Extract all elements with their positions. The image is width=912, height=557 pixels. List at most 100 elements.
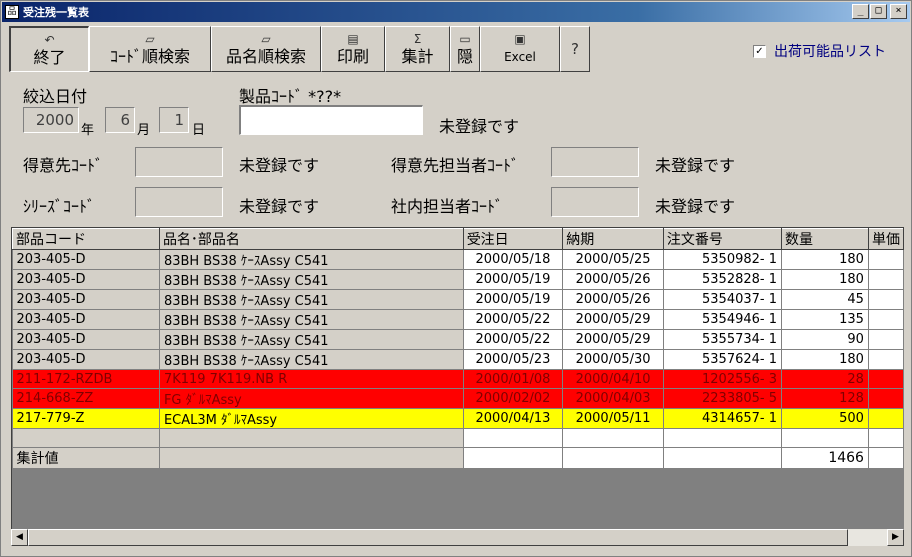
table-row[interactable]: 203-405-D 83BH BS38 ｹｰｽAssy C541 2000/05/2… [12,329,904,350]
hide-button[interactable]: ▭ 隠 [450,26,480,72]
cell-unit-price[interactable] [868,388,904,409]
code-search-button[interactable]: ▱ ｺｰﾄﾞ順検索 [89,26,211,72]
month-field[interactable]: 6 [105,107,135,133]
cell-order-date[interactable]: 2000/05/23 [463,349,564,370]
cell-quantity[interactable]: 128 [781,388,869,409]
name-search-button[interactable]: ▱ 品名順検索 [211,26,321,72]
customer-rep-field[interactable] [551,147,639,177]
cell-part-code[interactable]: 203-405-D [12,309,160,330]
cell-order-number[interactable]: 5350982- 1 [663,249,783,270]
cell-part-code[interactable]: 203-405-D [12,329,160,350]
cell-order-number[interactable]: 5354037- 1 [663,289,783,310]
cell-order-number[interactable]: 4314657- 1 [663,408,783,429]
table-row[interactable]: 211-172-RZDB 7K119 7K119.NB R 2000/01/08 20… [12,369,904,389]
cell-item-name[interactable]: 83BH BS38 ｹｰｽAssy C541 [159,289,464,310]
cell-quantity[interactable]: 135 [781,309,869,330]
cell-due-date[interactable]: 2000/04/03 [562,388,664,409]
header-quantity[interactable]: 数量 [781,228,869,250]
cell-order-date[interactable]: 2000/05/19 [463,289,564,310]
shippable-only-checkbox[interactable]: ✓ [753,44,766,58]
cell-part-code[interactable]: 217-779-Z [12,408,160,429]
cell-unit-price[interactable] [868,249,904,270]
table-row[interactable]: 203-405-D 83BH BS38 ｹｰｽAssy C541 2000/05/1… [12,269,904,290]
cell-order-date[interactable]: 2000/04/13 [463,408,564,429]
cell-unit-price[interactable] [868,369,904,389]
table-row[interactable]: 203-405-D 83BH BS38 ｹｰｽAssy C541 2000/05/1… [12,249,904,270]
table-row[interactable]: 214-668-ZZ FG ﾀﾞﾙﾏAssy 2000/02/02 2000/04/0… [12,388,904,409]
cell-part-code[interactable]: 211-172-RZDB [12,369,160,389]
cell-due-date[interactable]: 2000/05/25 [562,249,664,270]
cell-part-code[interactable]: 203-405-D [12,349,160,370]
table-row[interactable]: 203-405-D 83BH BS38 ｹｰｽAssy C541 2000/05/2… [12,309,904,330]
minimize-button[interactable]: _ [852,4,869,19]
scroll-right-icon[interactable]: ▶ [887,529,904,546]
cell-due-date[interactable]: 2000/04/10 [562,369,664,389]
help-button[interactable]: ? [560,26,590,72]
header-order-date[interactable]: 受注日 [462,228,564,250]
cell-order-number[interactable]: 2233805- 5 [663,388,783,409]
title-bar[interactable]: 品 受注残一覧表 _ □ × [2,2,910,22]
cell-unit-price[interactable] [868,349,904,370]
close-button[interactable]: × [890,4,907,19]
horizontal-scrollbar[interactable]: ◀ ▶ [11,529,904,546]
cell-part-code[interactable]: 203-405-D [12,249,160,270]
cell-order-date[interactable]: 2000/05/19 [463,269,564,290]
cell-unit-price[interactable] [868,428,904,448]
table-row[interactable]: 203-405-D 83BH BS38 ｹｰｽAssy C541 2000/05/1… [12,289,904,310]
sum-button[interactable]: Σ 集計 [385,26,450,72]
cell-order-number[interactable]: 5354946- 1 [663,309,783,330]
cell-item-name[interactable]: 83BH BS38 ｹｰｽAssy C541 [159,309,464,330]
cell-item-name[interactable]: 83BH BS38 ｹｰｽAssy C541 [159,269,464,290]
header-part-code[interactable]: 部品コード [12,228,160,250]
cell-quantity[interactable]: 28 [781,369,869,389]
cell-due-date[interactable]: 2000/05/30 [562,349,664,370]
cell-item-name[interactable]: 7K119 7K119.NB R [159,369,464,389]
cell-quantity[interactable]: 180 [781,269,869,290]
cell-item-name[interactable]: 83BH BS38 ｹｰｽAssy C541 [159,249,464,270]
cell-item-name[interactable] [159,428,464,448]
cell-order-number[interactable] [663,428,783,448]
cell-quantity[interactable]: 180 [781,249,869,270]
header-unit-price[interactable]: 単価 [867,228,904,250]
product-code-input[interactable] [239,105,423,135]
maximize-button[interactable]: □ [870,4,887,19]
header-order-number[interactable]: 注文番号 [662,228,783,250]
cell-due-date[interactable]: 2000/05/29 [562,329,664,350]
cell-quantity[interactable]: 500 [781,408,869,429]
cell-order-date[interactable]: 2000/02/02 [463,388,564,409]
cell-order-date[interactable]: 2000/05/22 [463,309,564,330]
cell-quantity[interactable]: 45 [781,289,869,310]
cell-item-name[interactable]: 83BH BS38 ｹｰｽAssy C541 [159,349,464,370]
cell-order-number[interactable]: 5355734- 1 [663,329,783,350]
cell-item-name[interactable]: ECAL3M ﾀﾞﾙﾏAssy [159,408,464,429]
cell-unit-price[interactable] [868,408,904,429]
header-due-date[interactable]: 納期 [562,228,664,250]
cell-order-number[interactable]: 1202556- 3 [663,369,783,389]
cell-unit-price[interactable] [868,329,904,350]
year-field[interactable]: 2000 [23,107,79,133]
print-button[interactable]: ▤ 印刷 [321,26,385,72]
table-row[interactable]: 217-779-Z ECAL3M ﾀﾞﾙﾏAssy 2000/04/13 2000/0… [12,408,904,429]
scroll-left-icon[interactable]: ◀ [11,529,28,546]
cell-order-date[interactable] [463,428,564,448]
cell-due-date[interactable]: 2000/05/29 [562,309,664,330]
cell-due-date[interactable]: 2000/05/11 [562,408,664,429]
order-backlog-grid[interactable]: 部品コード 品名･部品名 受注日 納期 注文番号 数量 単価 203-405-D… [11,227,904,529]
cell-order-date[interactable]: 2000/01/08 [463,369,564,389]
excel-button[interactable]: ▣ Excel [480,26,560,72]
cell-part-code[interactable]: 203-405-D [12,289,160,310]
cell-item-name[interactable]: FG ﾀﾞﾙﾏAssy [159,388,464,409]
cell-unit-price[interactable] [868,269,904,290]
cell-item-name[interactable]: 83BH BS38 ｹｰｽAssy C541 [159,329,464,350]
cell-part-code[interactable]: 214-668-ZZ [12,388,160,409]
shippable-only-option[interactable]: ✓ 出荷可能品リスト [753,41,886,61]
scroll-thumb[interactable] [28,529,848,546]
empty-row[interactable] [12,428,904,448]
cell-quantity[interactable] [781,428,869,448]
customer-code-field[interactable] [135,147,223,177]
header-item-name[interactable]: 品名･部品名 [158,228,464,250]
series-code-field[interactable] [135,187,223,217]
cell-quantity[interactable]: 90 [781,329,869,350]
cell-order-number[interactable]: 5352828- 1 [663,269,783,290]
cell-order-number[interactable]: 5357624- 1 [663,349,783,370]
